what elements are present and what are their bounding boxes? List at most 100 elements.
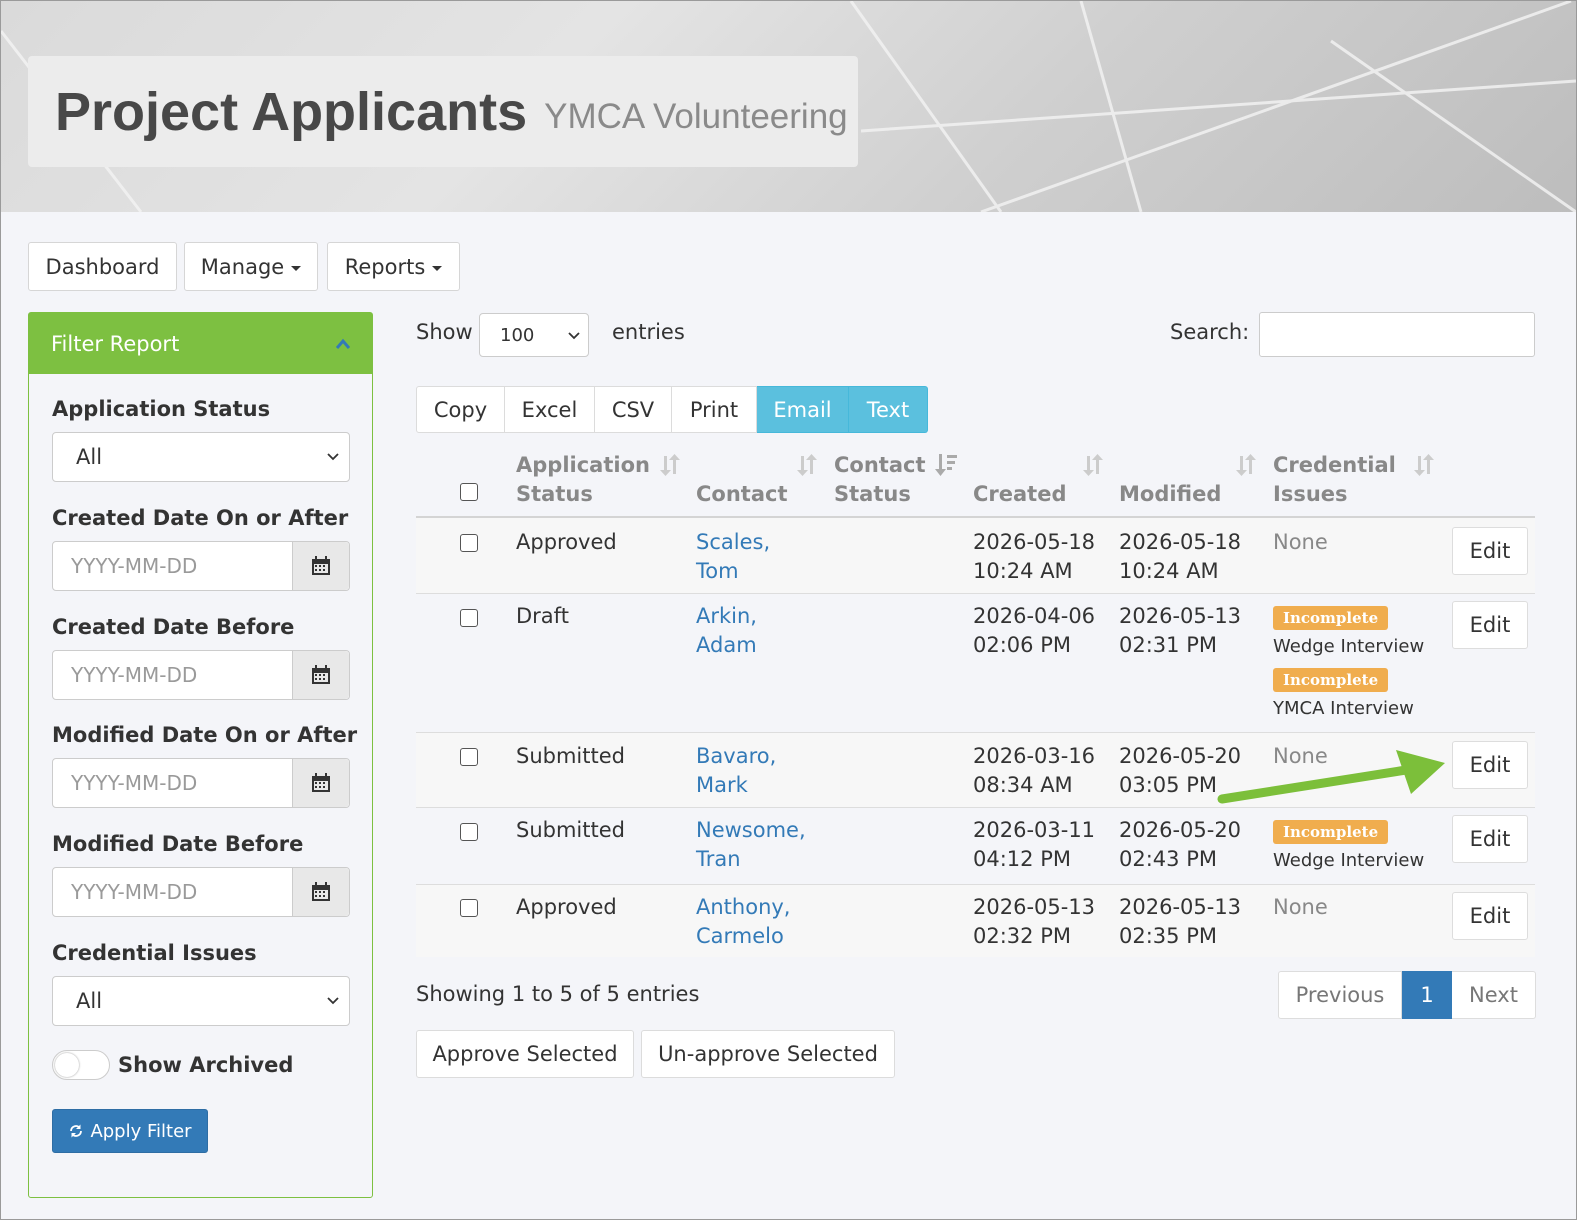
manage-menu-button[interactable]: Manage (184, 242, 318, 291)
contact-last: Newsome, (696, 818, 806, 842)
modified-date: 2026-05-13 (1119, 604, 1242, 628)
sort-descending-icon[interactable] (934, 453, 958, 477)
entries-length-select[interactable]: 100 (479, 313, 589, 357)
contact-link[interactable]: Anthony, Carmelo (696, 893, 790, 951)
created-date: 2026-05-13 (973, 895, 1096, 919)
previous-page-button[interactable]: Previous (1278, 971, 1402, 1019)
row-modified: 2026-05-20 02:43 PM (1119, 816, 1241, 874)
row-checkbox[interactable] (460, 899, 478, 917)
created-before-input[interactable]: YYYY-MM-DD (53, 651, 292, 699)
modified-after-field[interactable]: YYYY-MM-DD (52, 758, 350, 808)
row-status: Approved (516, 895, 617, 919)
row-credential: None (1273, 895, 1328, 919)
copy-button[interactable]: Copy (416, 386, 505, 433)
modified-after-input[interactable]: YYYY-MM-DD (53, 759, 292, 807)
contact-first: Tom (696, 559, 739, 583)
sort-icon[interactable] (1081, 453, 1105, 477)
row-divider (416, 732, 1535, 733)
dashboard-label: Dashboard (45, 254, 160, 279)
excel-button[interactable]: Excel (505, 386, 595, 433)
row-modified: 2026-05-13 02:31 PM (1119, 602, 1241, 660)
text-button[interactable]: Text (849, 386, 928, 433)
row-checkbox[interactable] (460, 609, 478, 627)
contact-link[interactable]: Newsome, Tran (696, 816, 806, 874)
contact-link[interactable]: Scales, Tom (696, 528, 770, 586)
row-checkbox[interactable] (460, 534, 478, 552)
approve-selected-button[interactable]: Approve Selected (416, 1030, 634, 1078)
column-header-application-status[interactable]: Application Status (516, 451, 650, 509)
page-1-button[interactable]: 1 (1402, 971, 1452, 1019)
incomplete-badge: Incomplete (1273, 606, 1389, 630)
edit-button[interactable]: Edit (1452, 815, 1528, 863)
next-page-button[interactable]: Next (1452, 971, 1536, 1019)
column-header-modified[interactable]: Modified (1119, 480, 1221, 509)
filter-panel-header[interactable]: Filter Report (29, 313, 372, 374)
column-header-contact-status[interactable]: Contact Status (834, 451, 926, 509)
incomplete-badge: Incomplete (1273, 820, 1389, 844)
modified-time: 02:31 PM (1119, 633, 1217, 657)
contact-first: Carmelo (696, 924, 784, 948)
credential-issues-select[interactable]: All (52, 976, 350, 1026)
row-divider (416, 593, 1535, 594)
calendar-button[interactable] (292, 542, 349, 590)
sort-icon[interactable] (1412, 453, 1436, 477)
header-text: Status (834, 482, 911, 506)
show-archived-toggle[interactable] (52, 1050, 110, 1080)
edit-button[interactable]: Edit (1452, 527, 1528, 575)
reports-menu-button[interactable]: Reports (327, 242, 460, 291)
contact-last: Arkin, (696, 604, 757, 628)
show-archived-label: Show Archived (118, 1053, 294, 1077)
edit-button[interactable]: Edit (1452, 601, 1528, 649)
chevron-down-icon (327, 997, 339, 1005)
search-label: Search: (1170, 320, 1250, 344)
row-status: Submitted (516, 744, 625, 768)
row-divider (416, 884, 1535, 885)
column-header-credential-issues[interactable]: Credential Issues (1273, 451, 1396, 509)
search-input[interactable] (1259, 312, 1535, 357)
modified-before-label: Modified Date Before (52, 832, 304, 856)
sort-icon[interactable] (658, 453, 682, 477)
application-status-value: All (76, 445, 103, 469)
calendar-button[interactable] (292, 651, 349, 699)
edit-button[interactable]: Edit (1452, 741, 1528, 789)
row-checkbox[interactable] (460, 823, 478, 841)
calendar-icon (312, 665, 330, 684)
modified-before-input[interactable]: YYYY-MM-DD (53, 868, 292, 916)
apply-filter-button[interactable]: Apply Filter (52, 1109, 208, 1153)
modified-before-field[interactable]: YYYY-MM-DD (52, 867, 350, 917)
modified-time: 02:43 PM (1119, 847, 1217, 871)
created-after-field[interactable]: YYYY-MM-DD (52, 541, 350, 591)
calendar-icon (312, 882, 330, 901)
select-all-checkbox[interactable] (460, 483, 478, 501)
header-text: Issues (1273, 482, 1348, 506)
edit-button[interactable]: Edit (1452, 892, 1528, 940)
row-checkbox[interactable] (460, 748, 478, 766)
column-header-contact[interactable]: Contact (696, 480, 788, 509)
application-status-select[interactable]: All (52, 432, 350, 482)
row-status: Submitted (516, 818, 625, 842)
email-button[interactable]: Email (757, 386, 849, 433)
created-after-label: Created Date On or After (52, 506, 349, 530)
sort-icon[interactable] (795, 453, 819, 477)
contact-link[interactable]: Arkin, Adam (696, 602, 757, 660)
chevron-up-icon[interactable] (336, 337, 350, 351)
print-button[interactable]: Print (672, 386, 757, 433)
contact-link[interactable]: Bavaro, Mark (696, 742, 776, 800)
created-before-field[interactable]: YYYY-MM-DD (52, 650, 350, 700)
row-created: 2026-05-13 02:32 PM (973, 893, 1095, 951)
row-status: Approved (516, 530, 617, 554)
calendar-button[interactable] (292, 868, 349, 916)
row-created: 2026-05-18 10:24 AM (973, 528, 1095, 586)
created-after-input[interactable]: YYYY-MM-DD (53, 542, 292, 590)
calendar-button[interactable] (292, 759, 349, 807)
unapprove-selected-button[interactable]: Un-approve Selected (641, 1030, 895, 1078)
export-button-group: Copy Excel CSV Print Email Text (416, 386, 928, 433)
entries-length-value: 100 (500, 324, 535, 346)
column-header-created[interactable]: Created (973, 480, 1067, 509)
csv-button[interactable]: CSV (595, 386, 672, 433)
table-info: Showing 1 to 5 of 5 entries (416, 982, 700, 1006)
application-status-label: Application Status (52, 397, 271, 421)
credential-issues-value: All (76, 989, 103, 1013)
dashboard-button[interactable]: Dashboard (28, 242, 177, 291)
sort-icon[interactable] (1234, 453, 1258, 477)
